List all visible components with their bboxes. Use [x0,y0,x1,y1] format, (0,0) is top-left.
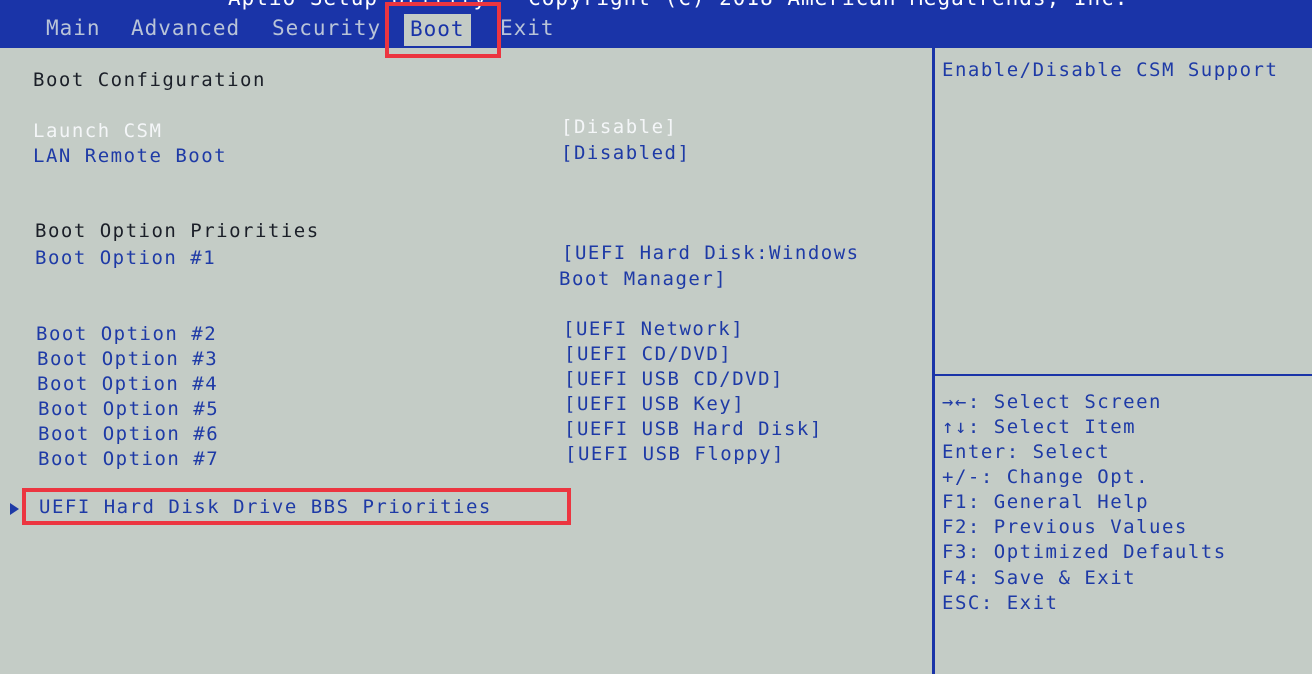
boot-option-1-value-cont[interactable]: Boot Manager] [559,268,727,290]
boot-option-5-value[interactable]: [UEFI USB Key] [564,393,745,415]
lan-remote-boot-label[interactable]: LAN Remote Boot [33,145,227,167]
top-bar: Aptio Setup Utility - Copyright (C) 2018… [0,0,1312,46]
panel-divider [932,46,935,674]
boot-option-4-value[interactable]: [UEFI USB CD/DVD] [564,368,784,390]
launch-csm-value[interactable]: [Disable] [561,116,677,138]
help-key-esc: ESC: Exit [942,592,1059,614]
submenu-arrow-icon [10,503,19,515]
boot-option-2-value[interactable]: [UEFI Network] [563,318,744,340]
tab-bar: Main Advanced Security Boot Exit [0,14,1312,46]
help-key-select-screen: →←: Select Screen [942,391,1162,413]
tab-security[interactable]: Security [272,16,381,40]
boot-option-7-label[interactable]: Boot Option #7 [38,448,219,470]
help-key-enter-select: Enter: Select [942,441,1111,463]
boot-option-1-label[interactable]: Boot Option #1 [35,247,216,269]
launch-csm-label[interactable]: Launch CSM [33,120,162,142]
help-key-f1: F1: General Help [942,491,1150,513]
boot-option-5-label[interactable]: Boot Option #5 [38,398,219,420]
boot-option-6-value[interactable]: [UEFI USB Hard Disk] [564,418,823,440]
help-divider [935,374,1312,376]
lan-remote-boot-value[interactable]: [Disabled] [561,142,690,164]
uefi-hdd-bbs-priorities-item[interactable]: UEFI Hard Disk Drive BBS Priorities [39,496,492,518]
section-title-boot-configuration: Boot Configuration [33,69,266,91]
boot-option-priorities-title: Boot Option Priorities [35,220,320,242]
tab-boot[interactable]: Boot [404,14,471,46]
help-key-f4: F4: Save & Exit [942,567,1137,589]
help-key-select-item: ↑↓: Select Item [942,416,1137,438]
help-key-f3: F3: Optimized Defaults [942,541,1227,563]
boot-option-6-label[interactable]: Boot Option #6 [38,423,219,445]
utility-title: Aptio Setup Utility - Copyright (C) 2018… [228,0,1128,10]
boot-option-4-label[interactable]: Boot Option #4 [37,373,218,395]
boot-option-2-label[interactable]: Boot Option #2 [36,323,217,345]
boot-option-3-label[interactable]: Boot Option #3 [37,348,218,370]
tab-advanced[interactable]: Advanced [131,16,240,40]
help-description: Enable/Disable CSM Support [942,59,1279,81]
help-key-f2: F2: Previous Values [942,516,1188,538]
boot-option-1-value[interactable]: [UEFI Hard Disk:Windows [562,242,860,264]
tab-exit[interactable]: Exit [500,16,555,40]
frame-top-border [0,46,1312,48]
help-key-change-opt: +/-: Change Opt. [942,466,1150,488]
tab-main[interactable]: Main [46,16,101,40]
boot-option-3-value[interactable]: [UEFI CD/DVD] [564,343,732,365]
boot-option-7-value[interactable]: [UEFI USB Floppy] [565,443,785,465]
